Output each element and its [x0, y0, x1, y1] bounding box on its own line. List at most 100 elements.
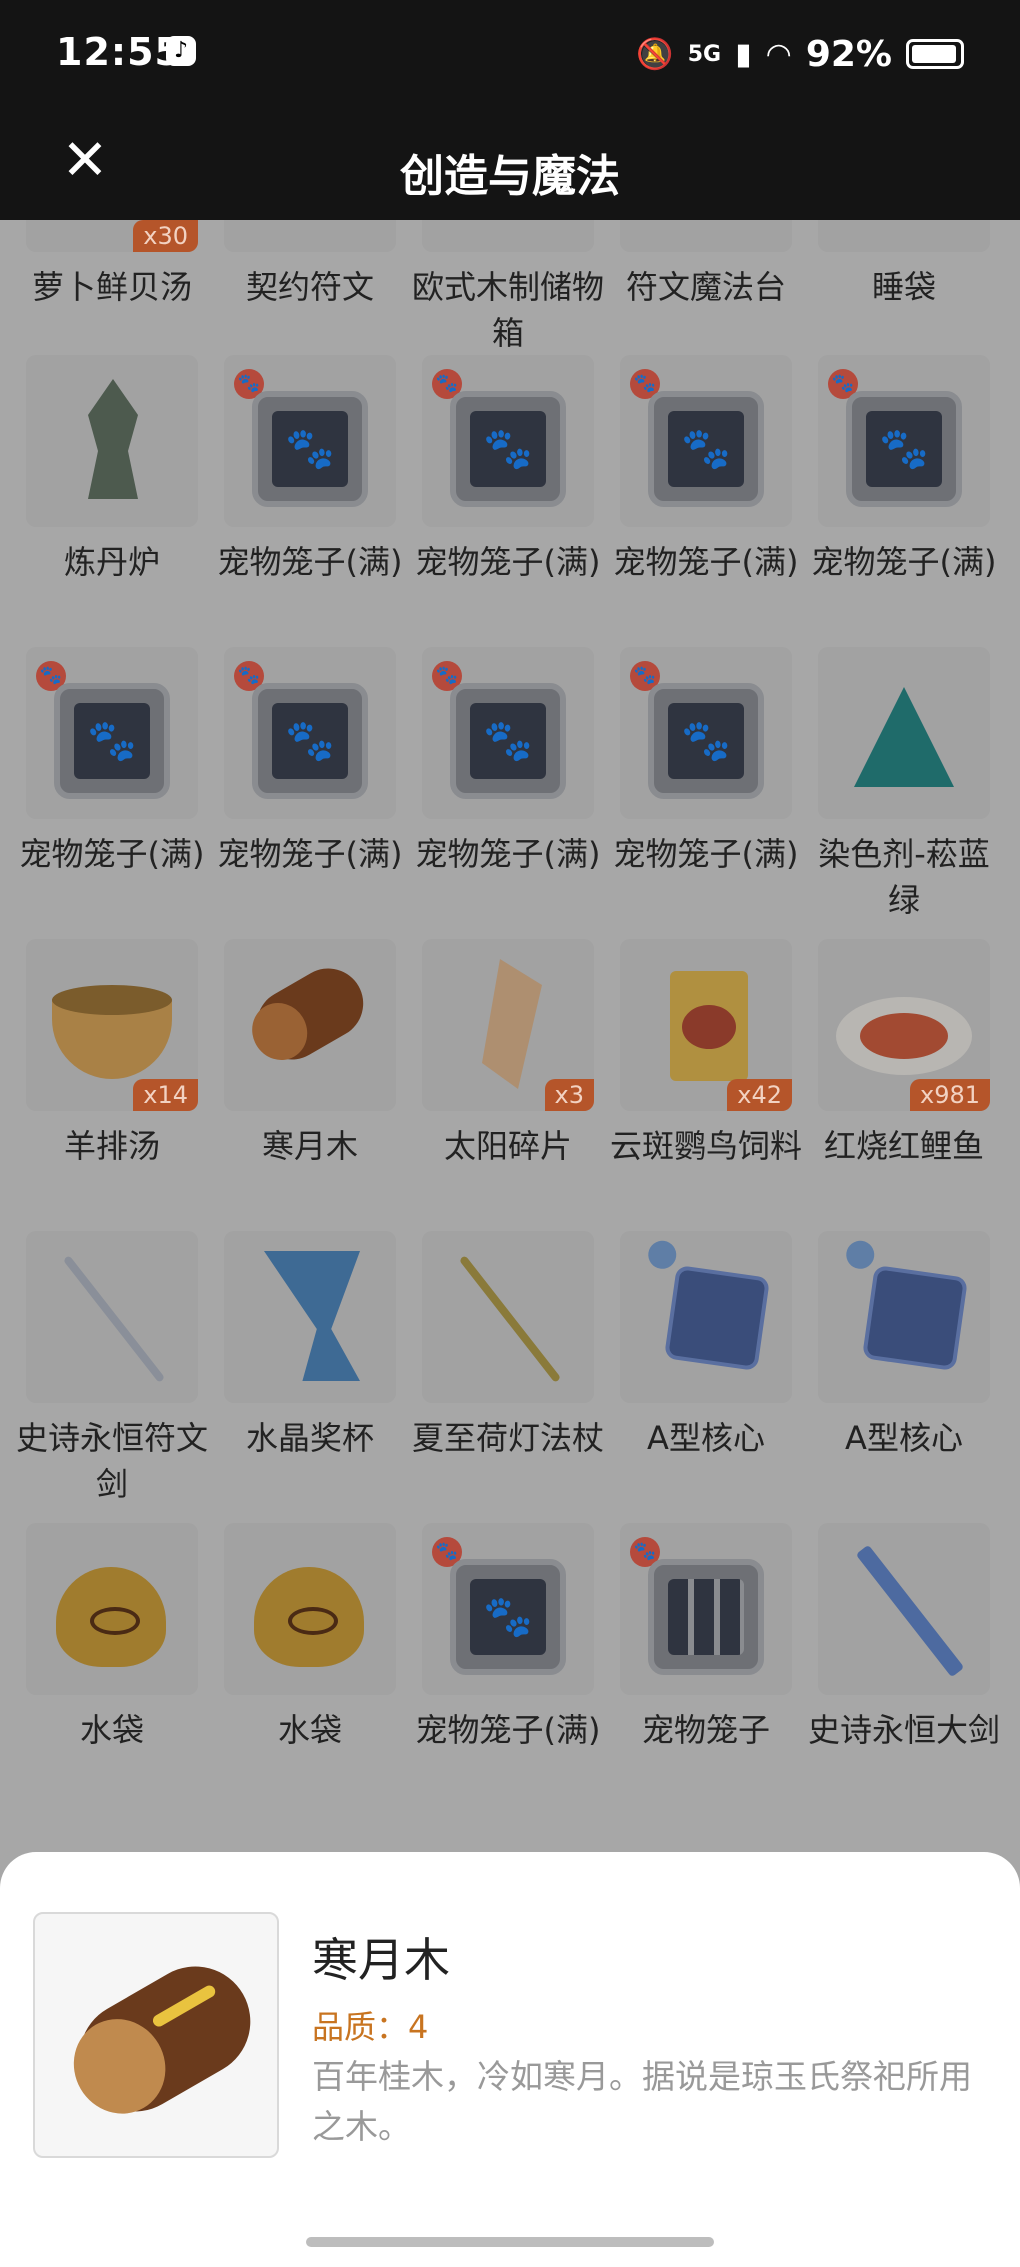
item-detail-sheet: 寒月木 品质：4 百年桂木，冷如寒月。据说是琼玉氏祭祀所用之木。 [0, 1852, 1020, 2267]
item-cell[interactable]: 🐾 🐾 宠物笼子(满) [804, 355, 1004, 635]
item-icon [620, 220, 792, 252]
item-name: 睡袋 [871, 268, 936, 306]
item-name: 宠物笼子(满) [415, 835, 601, 873]
quantity-badge: x14 [133, 1079, 198, 1111]
item-cell[interactable]: 欧式木制储物箱 [408, 220, 608, 360]
item-grid: x30 萝卜鲜贝汤 契约符文 欧式木制储物箱 符文魔法台 睡袋 炼丹炉 🐾 🐾 宠物笼子(满) 🐾 🐾… [0, 220, 1020, 1850]
quantity-badge: x3 [544, 1079, 594, 1111]
status-time: 12:55 [56, 30, 182, 74]
greatsword-icon [855, 1544, 965, 1678]
item-icon: 🐾 🐾 [620, 647, 792, 819]
item-icon: x981 [818, 939, 990, 1111]
item-name: 宠物笼子 [641, 1711, 770, 1749]
item-cell[interactable]: x3 太阳碎片 [408, 939, 608, 1219]
item-cell[interactable]: 史诗永恒符文剑 [12, 1231, 212, 1511]
item-cell[interactable]: 符文魔法台 [606, 220, 806, 360]
item-icon [224, 220, 396, 252]
item-icon [224, 1523, 396, 1695]
item-cell[interactable]: x30 萝卜鲜贝汤 [12, 220, 212, 360]
item-detail-name: 寒月木 [312, 1933, 450, 1987]
item-icon: 🐾 🐾 [26, 647, 198, 819]
item-cell[interactable]: x981 红烧红鲤鱼 [804, 939, 1004, 1219]
item-cell[interactable]: 🐾 🐾 宠物笼子(满) [210, 355, 410, 635]
item-icon: 🐾 🐾 [422, 647, 594, 819]
item-name: 宠物笼子(满) [415, 543, 601, 581]
item-name: 宠物笼子(满) [19, 835, 205, 873]
item-name: 欧式木制储物箱 [411, 268, 604, 352]
soup-bowl-icon [52, 985, 172, 1079]
item-name: 宠物笼子(满) [217, 835, 403, 873]
item-cell[interactable]: 🐾 🐾 宠物笼子(满) [408, 647, 608, 927]
item-icon [26, 355, 198, 527]
pet-cage-icon: 🐾 [648, 683, 764, 799]
dye-flask-icon [854, 687, 954, 787]
item-icon [224, 1231, 396, 1403]
item-name: 水晶奖杯 [245, 1419, 374, 1457]
item-name: 宠物笼子(满) [415, 1711, 601, 1749]
item-name: 史诗永恒符文剑 [15, 1419, 208, 1503]
item-icon [620, 1231, 792, 1403]
item-name: 萝卜鲜贝汤 [31, 268, 192, 306]
item-name: 太阳碎片 [443, 1127, 572, 1165]
item-cell[interactable]: 史诗永恒大剑 [804, 1523, 1004, 1803]
item-cell[interactable]: 🐾 🐾 宠物笼子(满) [210, 647, 410, 927]
item-name: 炼丹炉 [63, 543, 160, 581]
item-cell[interactable]: 契约符文 [210, 220, 410, 360]
item-cell[interactable]: x14 羊排汤 [12, 939, 212, 1219]
item-cell[interactable]: A型核心 [606, 1231, 806, 1511]
item-icon: 🐾 🐾 [818, 355, 990, 527]
home-indicator[interactable] [306, 2237, 714, 2247]
pet-cage-icon: 🐾 [450, 683, 566, 799]
pet-cage-icon: 🐾 [450, 391, 566, 507]
item-cell[interactable]: 水袋 [12, 1523, 212, 1803]
item-name: 染色剂-菘蓝绿 [818, 835, 990, 919]
item-icon: 🐾 🐾 [422, 355, 594, 527]
pet-cage-icon: 🐾 [648, 391, 764, 507]
item-cell[interactable]: 🐾 🐾 宠物笼子(满) [12, 647, 212, 927]
sun-shard-icon [482, 959, 542, 1089]
alchemy-furnace-icon [88, 379, 138, 499]
quantity-badge: x981 [909, 1079, 990, 1111]
pet-cage-icon [648, 1559, 764, 1675]
item-cell[interactable]: 染色剂-菘蓝绿 [804, 647, 1004, 927]
item-icon: 🐾 🐾 [620, 355, 792, 527]
log-icon [244, 955, 376, 1073]
app-header: ✕ 创造与魔法 [0, 112, 1020, 220]
item-cell[interactable]: 🐾 🐾 宠物笼子(满) [408, 355, 608, 635]
core-cube-icon [861, 1264, 969, 1372]
item-cell[interactable]: 水晶奖杯 [210, 1231, 410, 1511]
pet-cage-icon: 🐾 [252, 683, 368, 799]
sword-icon [62, 1255, 166, 1383]
item-icon [818, 220, 990, 252]
water-pouch-icon [254, 1567, 364, 1667]
item-cell[interactable]: 夏至荷灯法杖 [408, 1231, 608, 1511]
item-cell[interactable]: 🐾 🐾 宠物笼子(满) [408, 1523, 608, 1803]
staff-icon [458, 1255, 562, 1383]
item-detail-image [33, 1912, 279, 2158]
item-icon: x3 [422, 939, 594, 1111]
wifi-icon: ◠ [765, 36, 792, 72]
item-cell[interactable]: 🐾 宠物笼子 [606, 1523, 806, 1803]
crystal-trophy-icon [264, 1251, 360, 1381]
cell-signal-icon: ▮ [735, 36, 752, 72]
tiktok-icon: ♪ [166, 36, 196, 66]
feed-bag-icon [670, 971, 748, 1081]
item-icon [26, 1231, 198, 1403]
item-cell[interactable]: 🐾 🐾 宠物笼子(满) [606, 355, 806, 635]
item-icon: x30 [26, 220, 198, 252]
item-name: 符文魔法台 [625, 268, 786, 306]
item-cell[interactable]: 寒月木 [210, 939, 410, 1219]
item-cell[interactable]: 炼丹炉 [12, 355, 212, 635]
item-detail-description: 百年桂木，冷如寒月。据说是琼玉氏祭祀所用之木。 [312, 2057, 972, 2146]
core-cube-icon [663, 1264, 771, 1372]
item-cell[interactable]: A型核心 [804, 1231, 1004, 1511]
item-cell[interactable]: x42 云斑鹦鸟饲料 [606, 939, 806, 1219]
item-cell[interactable]: 水袋 [210, 1523, 410, 1803]
signal-icon: 5G [687, 41, 722, 67]
item-icon [224, 939, 396, 1111]
item-cell[interactable]: 睡袋 [804, 220, 1004, 360]
item-icon: 🐾 🐾 [422, 1523, 594, 1695]
item-name: 宠物笼子(满) [613, 835, 799, 873]
item-cell[interactable]: 🐾 🐾 宠物笼子(满) [606, 647, 806, 927]
item-icon: x42 [620, 939, 792, 1111]
